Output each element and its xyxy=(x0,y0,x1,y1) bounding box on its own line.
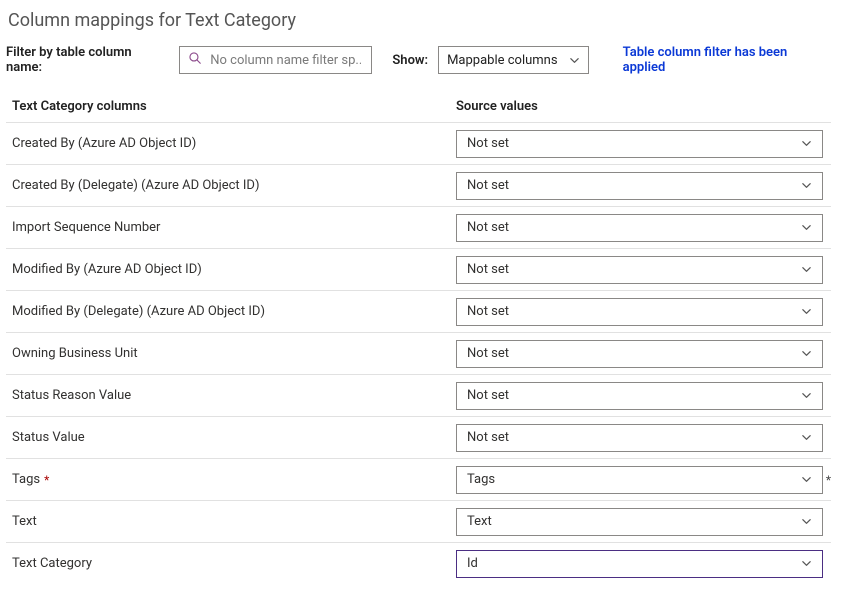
chevron-down-icon xyxy=(801,558,812,569)
mapping-rows: Created By (Azure AD Object ID)Not setCr… xyxy=(6,122,831,584)
chevron-down-icon xyxy=(801,306,812,317)
chevron-down-icon xyxy=(801,348,812,359)
chevron-down-icon xyxy=(801,474,812,485)
column-name-label: Text Category xyxy=(12,556,92,571)
source-select[interactable]: Tags xyxy=(456,466,823,494)
column-name: Owning Business Unit xyxy=(12,346,456,361)
chevron-down-icon xyxy=(801,222,812,233)
column-name-label: Text xyxy=(12,514,37,529)
source-cell: Tags * xyxy=(456,466,831,494)
search-icon xyxy=(188,51,202,69)
source-select[interactable]: Not set xyxy=(456,130,823,158)
source-select-value: Id xyxy=(467,556,478,571)
table-headers: Text Category columns Source values xyxy=(6,89,831,122)
table-row: Status Value Not set xyxy=(6,416,831,458)
column-name: Status Value xyxy=(12,430,456,445)
chevron-down-icon xyxy=(801,180,812,191)
column-name-label: Status Value xyxy=(12,430,85,445)
header-source: Source values xyxy=(456,99,831,114)
table-row: Owning Business Unit Not set xyxy=(6,332,831,374)
required-indicator: * xyxy=(44,474,49,486)
source-cell: Not set xyxy=(456,424,831,452)
source-select-value: Not set xyxy=(467,220,509,235)
column-name-label: Modified By (Delegate) (Azure AD Object … xyxy=(12,304,265,319)
chevron-down-icon xyxy=(801,390,812,401)
source-select[interactable]: Text xyxy=(456,508,823,536)
source-cell: Not set xyxy=(456,172,831,200)
column-name: Status Reason Value xyxy=(12,388,456,403)
source-select-value: Not set xyxy=(467,388,509,403)
source-select[interactable]: Id xyxy=(456,550,823,578)
source-select[interactable]: Not set xyxy=(456,340,823,368)
table-row: Text Category Id xyxy=(6,542,831,584)
source-select-value: Not set xyxy=(467,304,509,319)
source-cell: Not set xyxy=(456,382,831,410)
source-select-value: Not set xyxy=(467,430,509,445)
column-name: Text xyxy=(12,514,456,529)
chevron-down-icon xyxy=(569,55,580,66)
source-select-value: Text xyxy=(467,514,492,529)
show-label: Show: xyxy=(392,53,428,68)
filter-status-message: Table column filter has been applied xyxy=(623,45,831,75)
source-select-value: Not set xyxy=(467,178,509,193)
source-cell: Id xyxy=(456,550,831,578)
column-name: Created By (Delegate) (Azure AD Object I… xyxy=(12,178,456,193)
column-name-label: Tags xyxy=(12,472,40,487)
column-name-label: Created By (Delegate) (Azure AD Object I… xyxy=(12,178,259,193)
source-select[interactable]: Not set xyxy=(456,298,823,326)
source-select-value: Not set xyxy=(467,262,509,277)
page-title: Column mappings for Text Category xyxy=(8,10,831,31)
source-select-value: Tags xyxy=(467,472,495,487)
show-dropdown[interactable]: Mappable columns xyxy=(438,46,589,74)
chevron-down-icon xyxy=(801,264,812,275)
column-name-label: Modified By (Azure AD Object ID) xyxy=(12,262,202,277)
column-name: Import Sequence Number xyxy=(12,220,456,235)
source-cell: Not set xyxy=(456,340,831,368)
table-row: Created By (Azure AD Object ID) Not set xyxy=(6,122,831,164)
table-row: Tags * Tags * xyxy=(6,458,831,500)
filter-label: Filter by table column name: xyxy=(6,45,169,75)
source-select-value: Not set xyxy=(467,346,509,361)
column-name: Created By (Azure AD Object ID) xyxy=(12,136,456,151)
column-name: Modified By (Azure AD Object ID) xyxy=(12,262,456,277)
source-select[interactable]: Not set xyxy=(456,382,823,410)
chevron-down-icon xyxy=(801,138,812,149)
column-name: Modified By (Delegate) (Azure AD Object … xyxy=(12,304,456,319)
column-name-label: Import Sequence Number xyxy=(12,220,160,235)
row-marker: * xyxy=(823,473,831,487)
table-row: Import Sequence Number Not set xyxy=(6,206,831,248)
source-cell: Text xyxy=(456,508,831,536)
column-name: Text Category xyxy=(12,556,456,571)
chevron-down-icon xyxy=(801,516,812,527)
source-cell: Not set xyxy=(456,298,831,326)
table-row: Modified By (Delegate) (Azure AD Object … xyxy=(6,290,831,332)
source-select[interactable]: Not set xyxy=(456,214,823,242)
column-name-label: Owning Business Unit xyxy=(12,346,138,361)
chevron-down-icon xyxy=(801,432,812,443)
source-cell: Not set xyxy=(456,130,831,158)
column-name-label: Status Reason Value xyxy=(12,388,131,403)
source-select[interactable]: Not set xyxy=(456,256,823,284)
header-columns: Text Category columns xyxy=(12,99,456,114)
table-row: Text Text xyxy=(6,500,831,542)
source-select[interactable]: Not set xyxy=(456,172,823,200)
column-name-label: Created By (Azure AD Object ID) xyxy=(12,136,196,151)
table-row: Created By (Delegate) (Azure AD Object I… xyxy=(6,164,831,206)
filter-input[interactable] xyxy=(208,52,363,69)
filter-bar: Filter by table column name: Show: Mappa… xyxy=(6,45,831,75)
column-name: Tags * xyxy=(12,472,456,487)
source-select[interactable]: Not set xyxy=(456,424,823,452)
source-cell: Not set xyxy=(456,256,831,284)
table-row: Modified By (Azure AD Object ID) Not set xyxy=(6,248,831,290)
table-row: Status Reason Value Not set xyxy=(6,374,831,416)
filter-input-wrapper[interactable] xyxy=(179,46,372,74)
source-cell: Not set xyxy=(456,214,831,242)
source-select-value: Not set xyxy=(467,136,509,151)
show-dropdown-value: Mappable columns xyxy=(447,53,558,68)
